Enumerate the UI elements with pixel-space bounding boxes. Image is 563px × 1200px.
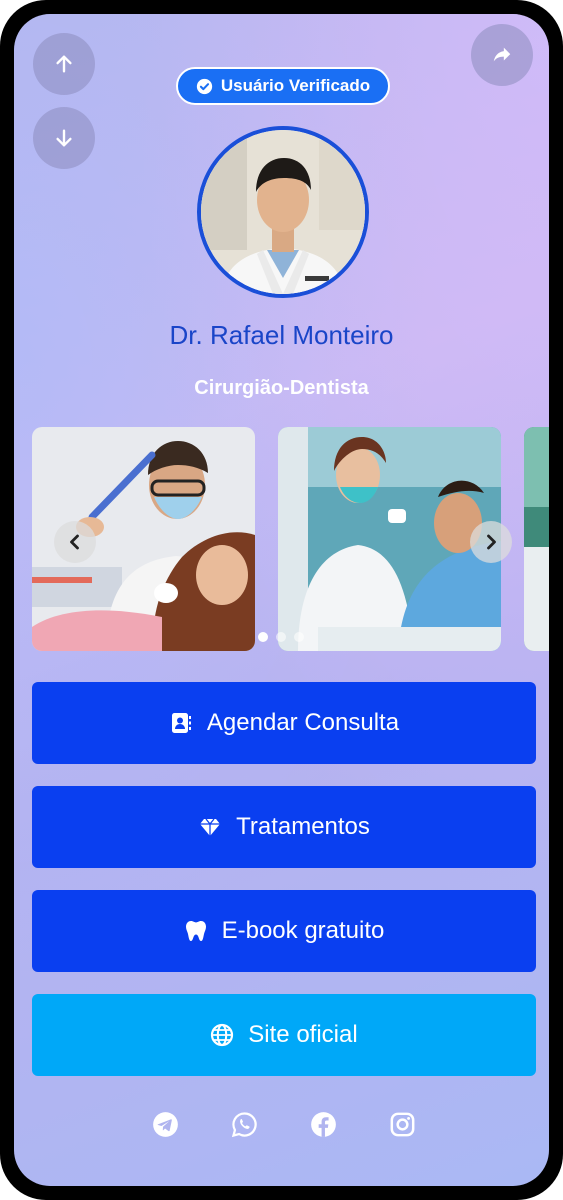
tooth-icon — [185, 921, 206, 941]
carousel-slide-3 — [524, 427, 549, 651]
whatsapp-icon — [231, 1111, 257, 1137]
carousel-dot-2[interactable] — [276, 632, 286, 642]
carousel-dot-3[interactable] — [294, 632, 304, 642]
tratamentos-button[interactable]: Tratamentos — [32, 786, 536, 868]
chevron-left-icon — [70, 534, 79, 550]
telegram-link[interactable] — [151, 1110, 179, 1138]
dentist-examining-patient-photo — [278, 427, 501, 651]
whatsapp-link[interactable] — [230, 1110, 258, 1138]
agendar-consulta-label: Agendar Consulta — [206, 709, 400, 736]
scroll-up-button[interactable] — [33, 33, 95, 95]
partial-third-photo — [524, 427, 549, 651]
phone-frame: Usuário Verificado Dr. Rafael Monteiro C… — [0, 0, 563, 1200]
ebook-gratuito-label: E-book gratuito — [221, 917, 385, 944]
carousel-next-button[interactable] — [470, 521, 512, 563]
site-oficial-button[interactable]: Site oficial — [32, 994, 536, 1076]
screen: Usuário Verificado Dr. Rafael Monteiro C… — [14, 14, 549, 1186]
agendar-consulta-button[interactable]: Agendar Consulta — [32, 682, 536, 764]
tratamentos-label: Tratamentos — [236, 813, 370, 840]
carousel-dots — [258, 632, 304, 642]
globe-icon — [211, 1023, 234, 1047]
carousel-slide-2 — [278, 427, 501, 651]
facebook-link[interactable] — [309, 1110, 337, 1138]
doctor-portrait-image — [201, 130, 365, 294]
facebook-icon — [310, 1111, 336, 1137]
instagram-icon — [390, 1112, 414, 1136]
scroll-down-button[interactable] — [33, 107, 95, 169]
address-book-icon — [171, 713, 191, 733]
share-icon — [493, 47, 511, 62]
avatar — [197, 126, 369, 298]
verified-badge: Usuário Verificado — [176, 67, 390, 105]
carousel-prev-button[interactable] — [54, 521, 96, 563]
arrow-down-icon — [56, 129, 72, 147]
telegram-icon — [152, 1111, 178, 1137]
diamond-icon — [200, 818, 221, 836]
share-button[interactable] — [471, 24, 533, 86]
chevron-right-icon — [487, 534, 496, 550]
instagram-link[interactable] — [388, 1110, 416, 1138]
check-circle-icon — [196, 78, 213, 94]
site-oficial-label: Site oficial — [248, 1021, 358, 1048]
profile-role: Cirurgião-Dentista — [194, 377, 369, 399]
verified-badge-label: Usuário Verificado — [220, 76, 371, 95]
ebook-gratuito-button[interactable]: E-book gratuito — [32, 890, 536, 972]
arrow-up-icon — [56, 55, 72, 73]
profile-name: Dr. Rafael Monteiro — [169, 320, 394, 350]
carousel-dot-1[interactable] — [258, 632, 268, 642]
